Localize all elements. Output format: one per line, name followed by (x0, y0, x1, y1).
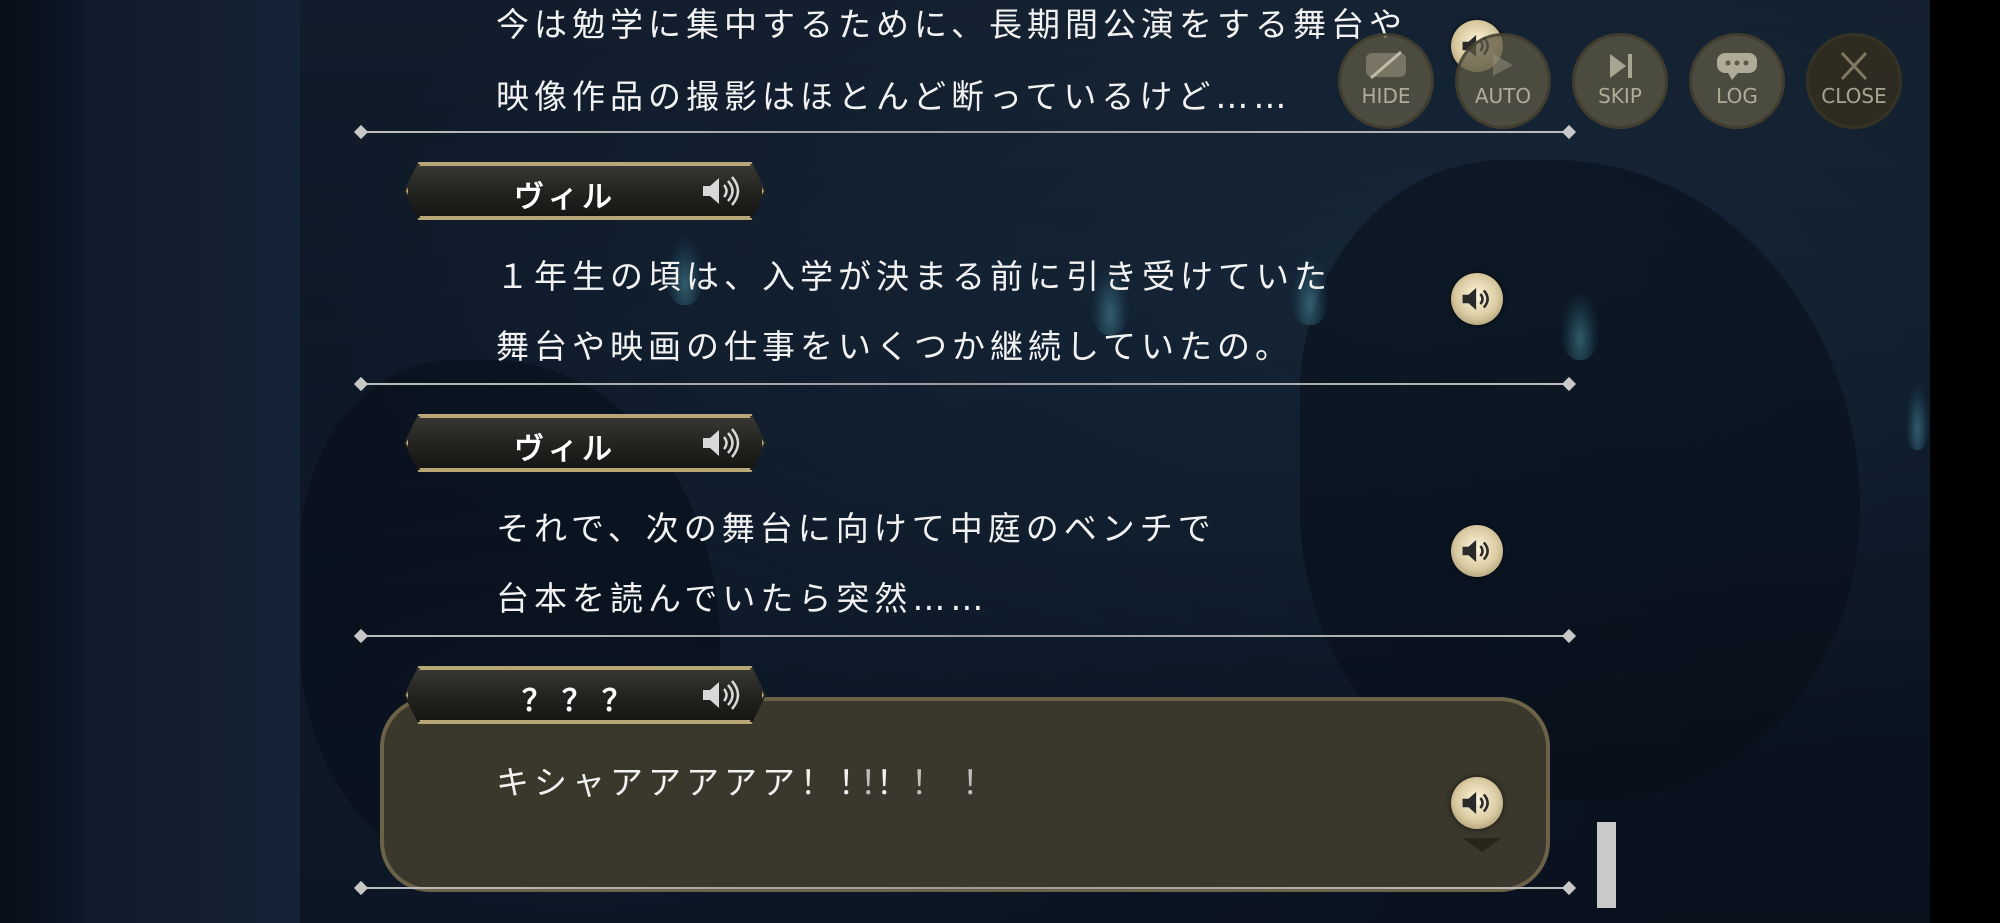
log-entry: ヴィル １年生の頃は、入学が決まる前に引き受けていた 舞台や映画の仕事をいくつか… (360, 162, 1570, 387)
log-line: 映像作品の撮影はほとんど断っているけど…… (496, 77, 1292, 116)
close-label: CLOSE (1821, 84, 1887, 108)
log-entry: ？？？ キシャアアアアア！！！ ！！！ (360, 666, 1570, 891)
close-x-icon (1840, 51, 1868, 81)
chat-bubble-icon (1717, 53, 1757, 80)
log-label: LOG (1716, 84, 1758, 108)
screen-edge-bar (1930, 0, 2000, 923)
auto-button[interactable]: AUTO (1455, 33, 1551, 129)
log-line: それで、次の舞台に向けて中庭のベンチで (496, 509, 1216, 548)
log-entry: ヴィル それで、次の舞台に向けて中庭のベンチで 台本を読んでいたら突然…… (360, 414, 1570, 639)
hide-label: HIDE (1361, 84, 1411, 108)
auto-play-icon (1493, 54, 1513, 76)
speaker-name: ？？？ (522, 684, 642, 719)
log-scrollbar[interactable] (1597, 822, 1616, 908)
speaker-name: ヴィル (514, 432, 616, 467)
speaker-volume-icon (1462, 287, 1489, 311)
speaker-nameplate: ？？？ (404, 666, 766, 724)
speaker-nameplate: ヴィル (404, 162, 766, 220)
speaker-volume-icon (1462, 539, 1489, 563)
voice-replay-button[interactable] (1451, 273, 1503, 325)
auto-label: AUTO (1474, 84, 1532, 108)
speaker-nameplate: ヴィル (404, 414, 766, 472)
log-line: 舞台や映画の仕事をいくつか継続していたの。 (496, 327, 1294, 366)
speaker-volume-icon (703, 428, 740, 458)
voice-replay-button[interactable] (1451, 777, 1503, 829)
entry-divider (360, 383, 1570, 385)
log-line: 今は勉学に集中するために、長期間公演をする舞台や (496, 5, 1408, 44)
speaker-volume-icon (703, 176, 740, 206)
log-button[interactable]: LOG (1689, 33, 1785, 129)
eye-slash-icon (1366, 50, 1406, 80)
close-button[interactable]: CLOSE (1806, 33, 1902, 129)
entry-divider (360, 131, 1570, 133)
entry-divider (360, 635, 1570, 637)
speaker-volume-icon (703, 680, 740, 710)
speaker-volume-icon (1462, 791, 1489, 815)
skip-forward-icon (1610, 54, 1632, 78)
skip-button[interactable]: SKIP (1572, 33, 1668, 129)
log-line: 台本を読んでいたら突然…… (496, 579, 989, 618)
hide-button[interactable]: HIDE (1338, 33, 1434, 129)
speaker-name: ヴィル (514, 180, 616, 215)
log-line: １年生の頃は、入学が決まる前に引き受けていた (496, 257, 1332, 296)
voice-replay-button[interactable] (1451, 525, 1503, 577)
log-line: キシャアアアアア！！！ (496, 763, 914, 802)
entry-divider (360, 887, 1570, 889)
log-line-echo: ！！！ (860, 763, 1013, 802)
skip-label: SKIP (1598, 84, 1642, 108)
